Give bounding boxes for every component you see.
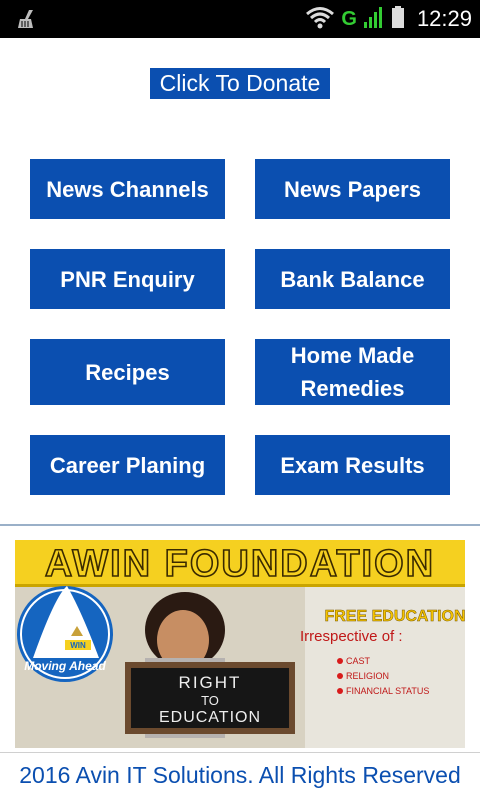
career-planing-button[interactable]: Career Planing [30,435,225,495]
status-icons: G 12:29 [305,5,472,34]
exam-results-button[interactable]: Exam Results [255,435,450,495]
slate-board: RIGHT TO EDUCATION [125,662,295,734]
bank-balance-button[interactable]: Bank Balance [255,249,450,309]
donate-button[interactable]: Click To Donate [150,68,330,99]
battery-icon [391,5,405,34]
bullet-cast: CAST [346,656,371,666]
pnr-enquiry-button[interactable]: PNR Enquiry [30,249,225,309]
logo-text: WIN [70,641,86,650]
footer-divider [0,752,480,753]
slate-line-1: RIGHT [179,673,242,692]
wifi-icon [305,5,335,34]
awin-logo: WIN Moving Ahead [17,586,113,682]
home-made-remedies-button[interactable]: Home Made Remedies [255,339,450,405]
awin-foundation-banner[interactable]: AWIN FOUNDATION WIN Moving Ahead RIGHT T… [15,540,465,748]
slate-line-2: TO [201,693,219,708]
bullet-financial-status: FINANCIAL STATUS [346,686,429,696]
clock: 12:29 [416,6,472,31]
news-channels-button[interactable]: News Channels [30,159,225,219]
logo-tagline: Moving Ahead [24,659,106,673]
footer-copyright: 2016 Avin IT Solutions. All Rights Reser… [19,762,461,788]
bullet-religion: RELIGION [346,671,389,681]
network-type-label: G [341,7,357,30]
banner-title: AWIN FOUNDATION [45,543,435,585]
status-bar: G 12:29 [0,0,480,38]
cleaner-icon [16,8,38,35]
free-education-heading: FREE EDUCATION [324,608,465,625]
signal-icon [363,5,385,34]
recipes-button[interactable]: Recipes [30,339,225,405]
news-papers-button[interactable]: News Papers [255,159,450,219]
irrespective-text: Irrespective of : [300,628,403,645]
slate-line-3: EDUCATION [159,709,261,726]
